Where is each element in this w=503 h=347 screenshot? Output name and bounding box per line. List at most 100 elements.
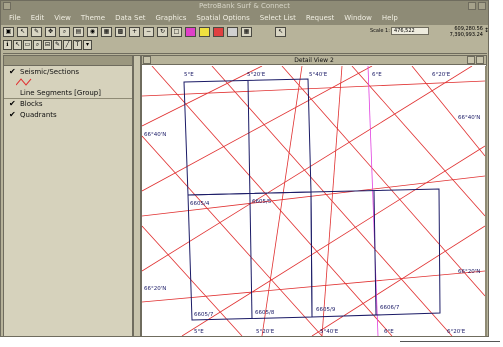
system-menu-button[interactable] [3,2,11,10]
minimize-button[interactable] [468,2,476,10]
menu-help[interactable]: Help [382,14,398,22]
checkbox-quadrants[interactable]: ✔ [9,110,17,119]
checkbox-seismic-sections[interactable]: ✔ [9,67,17,76]
refresh-icon[interactable]: ↻ [157,27,168,37]
coordinate-y: 7,390,993.24 [449,32,483,38]
rect-icon[interactable]: ▭ [23,40,32,50]
legend-label-quadrants: Quadrants [20,110,57,119]
seismic-line [351,66,485,217]
map-minimize-button[interactable] [467,56,475,64]
table-icon[interactable]: ▤ [73,27,84,37]
seismic-line [411,66,485,157]
checkbox-line-segments[interactable] [9,89,17,96]
layer-icon[interactable]: ▦ [101,27,112,37]
seismic-symbol-icon [16,78,32,86]
seismic-line [311,225,485,336]
block-label: 6605/9 [316,307,336,313]
map-window: Detail View 2 5°E 5°20'E 5°40'E 6°E 6°20… [141,55,487,337]
top-label: 5°40'E [309,72,328,78]
tool-icon[interactable]: ✎ [31,27,42,37]
menu-select-list[interactable]: Select List [260,14,296,22]
bottom-label: 5°E [194,329,204,335]
seismic-line [142,270,485,303]
page-icon[interactable]: □ [171,27,182,37]
grid-icon[interactable]: ▩ [115,27,126,37]
arrow-icon[interactable]: ↖ [13,40,22,50]
map-maximize-button[interactable] [476,56,484,64]
menu-graphics[interactable]: Graphics [156,14,187,22]
bottom-label: 5°20'E [256,329,275,335]
scale-input[interactable]: 476,522 [391,27,429,35]
main-toolbar: ▣ ↖ ✎ ✥ ⌕ ▤ ◉ ▦ ▩ + − ↻ □ ▦ ↖ Scale 1: 4… [1,26,490,38]
top-label: 5°20'E [247,72,266,78]
legend-item-line-segments[interactable]: Line Segments [Group] [4,87,132,98]
bottom-label: 6°E [384,329,394,335]
map-title-bar: Detail View 2 [142,56,486,65]
color-gray-icon[interactable] [227,27,238,37]
block-label: 6605/4 [190,201,210,207]
dropdown-icon[interactable]: ▾ [83,40,92,50]
legend-scrollbar[interactable] [133,55,141,337]
find-icon[interactable]: ⌕ [59,27,70,37]
block-label: 6605/5 [252,199,272,205]
pan-icon[interactable]: ✥ [45,27,56,37]
seismic-line [321,66,343,336]
menu-spatial-options[interactable]: Spatial Options [196,14,249,22]
legend-label-blocks: Blocks [20,100,43,108]
menu-edit[interactable]: Edit [31,14,45,22]
left-label: 66°20'N [144,286,166,292]
menu-request[interactable]: Request [306,14,334,22]
map-menu-button[interactable] [143,56,151,64]
legend-panel: ✔ Seismic/Sections Line Segments [Group]… [3,55,133,337]
maximize-button[interactable] [478,2,486,10]
info-icon[interactable]: ℹ [3,40,12,50]
top-label: 5°E [184,72,194,78]
menu-bar: File Edit View Theme Data Set Graphics S… [1,11,488,25]
line-icon[interactable]: ╱ [63,40,72,50]
seismic-line [142,135,323,336]
block-outlines [183,78,441,321]
color-yellow-icon[interactable] [199,27,210,37]
map-svg[interactable]: 5°E 5°20'E 5°40'E 6°E 6°20'E 5°E 5°20'E … [142,66,485,336]
legend-item-quadrants[interactable]: ✔ Quadrants [4,109,132,120]
window-title: PetroBank Surf & Connect [199,2,290,10]
left-label: 66°40'N [144,132,166,138]
legend-item-seismic-sections[interactable]: ✔ Seismic/Sections [4,66,132,77]
zoom-icon[interactable]: ⌕ [33,40,42,50]
zoom-in-icon[interactable]: + [129,27,140,37]
menu-view[interactable]: View [54,14,71,22]
draw-icon[interactable]: ✎ [53,40,62,50]
menu-theme[interactable]: Theme [81,14,105,22]
legend-label-seismic-sections: Seismic/Sections [20,67,79,76]
map-scrollbar[interactable] [485,66,487,336]
block-label: 6606/7 [380,305,400,311]
text-icon[interactable]: T [73,40,82,50]
open-icon[interactable]: ▣ [3,27,14,37]
secondary-toolbar: ℹ ↖ ▭ ⌕ ⊟ ✎ ╱ T ▾ [1,39,488,51]
bottom-label: 6°20'E [447,329,466,335]
menu-file[interactable]: File [9,14,21,22]
seismic-line-symbol [4,77,132,87]
color-red-icon[interactable] [213,27,224,37]
color-magenta-icon[interactable] [185,27,196,37]
menu-window[interactable]: Window [344,14,372,22]
select-icon[interactable]: ↖ [17,27,28,37]
seismic-line [142,80,485,97]
title-bar: PetroBank Surf & Connect [1,1,488,11]
menu-data-set[interactable]: Data Set [115,14,145,22]
block-label: 6605/8 [255,310,275,316]
measure-icon[interactable]: ⊟ [43,40,52,50]
grid2-icon[interactable]: ▦ [241,27,252,37]
cursor-icon[interactable]: ↖ [275,27,286,37]
right-label: 66°20'N [458,269,480,275]
checkbox-blocks[interactable]: ✔ [9,100,17,108]
top-label: 6°E [372,72,382,78]
map-canvas[interactable]: 5°E 5°20'E 5°40'E 6°E 6°20'E 5°E 5°20'E … [142,66,486,336]
globe-icon[interactable]: ◉ [87,27,98,37]
top-label: 6°20'E [432,72,451,78]
legend-item-blocks[interactable]: ✔ Blocks [4,98,132,109]
zoom-out-icon[interactable]: − [143,27,154,37]
crosshair-icon: ↕ [484,27,490,34]
seismic-line [142,175,485,217]
bottom-label: 5°40'E [320,329,339,335]
